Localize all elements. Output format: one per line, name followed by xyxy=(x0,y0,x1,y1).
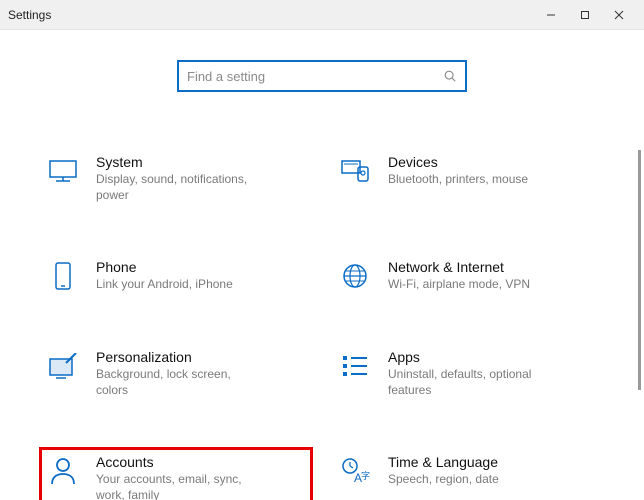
item-title: Accounts xyxy=(96,454,266,470)
person-icon xyxy=(46,454,80,488)
personalization-icon xyxy=(46,349,80,383)
window-controls xyxy=(534,0,636,30)
content-area: System Display, sound, notifications, po… xyxy=(0,30,644,500)
item-title: Phone xyxy=(96,259,233,275)
settings-item-personalization[interactable]: Personalization Background, lock screen,… xyxy=(40,343,312,408)
item-desc: Background, lock screen, colors xyxy=(96,367,266,398)
phone-icon xyxy=(46,259,80,293)
item-title: Devices xyxy=(388,154,528,170)
settings-item-apps[interactable]: Apps Uninstall, defaults, optional featu… xyxy=(332,343,604,408)
search-icon xyxy=(443,69,457,83)
item-desc: Uninstall, defaults, optional features xyxy=(388,367,558,398)
item-title: Apps xyxy=(388,349,558,365)
globe-icon xyxy=(338,259,372,293)
window-title: Settings xyxy=(8,8,51,22)
apps-icon xyxy=(338,349,372,383)
scrollbar[interactable] xyxy=(637,150,642,410)
settings-item-phone[interactable]: Phone Link your Android, iPhone xyxy=(40,253,312,303)
title-bar: Settings xyxy=(0,0,644,30)
svg-text:字: 字 xyxy=(361,470,370,481)
settings-grid: System Display, sound, notifications, po… xyxy=(40,148,604,500)
system-icon xyxy=(46,154,80,188)
devices-icon xyxy=(338,154,372,188)
search-box[interactable] xyxy=(177,60,467,92)
item-desc: Your accounts, email, sync, work, family xyxy=(96,472,266,500)
settings-item-devices[interactable]: Devices Bluetooth, printers, mouse xyxy=(332,148,604,213)
settings-item-system[interactable]: System Display, sound, notifications, po… xyxy=(40,148,312,213)
item-title: Network & Internet xyxy=(388,259,530,275)
settings-item-accounts[interactable]: Accounts Your accounts, email, sync, wor… xyxy=(40,448,312,500)
close-button[interactable] xyxy=(602,0,636,30)
item-desc: Wi-Fi, airplane mode, VPN xyxy=(388,277,530,293)
scrollbar-thumb[interactable] xyxy=(638,150,641,390)
time-language-icon: A字 xyxy=(338,454,372,488)
minimize-button[interactable] xyxy=(534,0,568,30)
item-desc: Link your Android, iPhone xyxy=(96,277,233,293)
item-desc: Bluetooth, printers, mouse xyxy=(388,172,528,188)
item-title: System xyxy=(96,154,266,170)
settings-item-time-language[interactable]: A字 Time & Language Speech, region, date xyxy=(332,448,604,500)
item-desc: Display, sound, notifications, power xyxy=(96,172,266,203)
settings-item-network[interactable]: Network & Internet Wi-Fi, airplane mode,… xyxy=(332,253,604,303)
item-desc: Speech, region, date xyxy=(388,472,499,488)
maximize-button[interactable] xyxy=(568,0,602,30)
search-input[interactable] xyxy=(187,69,443,84)
item-title: Time & Language xyxy=(388,454,499,470)
item-title: Personalization xyxy=(96,349,266,365)
